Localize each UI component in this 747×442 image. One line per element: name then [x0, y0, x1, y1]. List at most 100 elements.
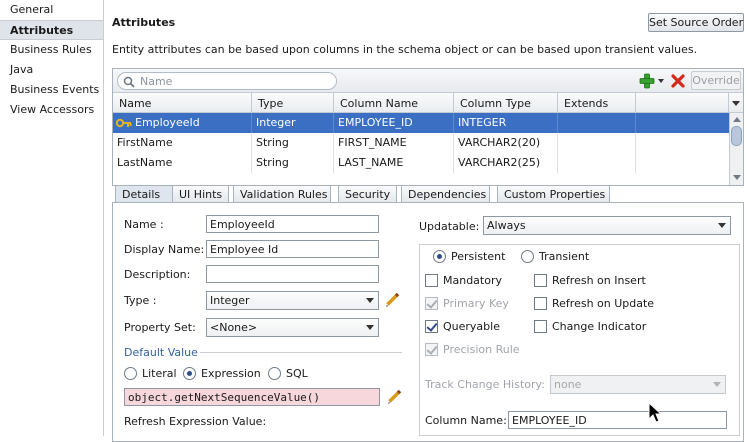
tab-custom-properties[interactable]: Custom Properties [497, 185, 610, 203]
persistent-radio[interactable] [433, 250, 446, 263]
cell-name: LastName [113, 153, 252, 173]
nav-item-label: General [10, 3, 54, 16]
column-header-extends[interactable]: Extends [558, 93, 636, 113]
queryable-label: Queryable [443, 320, 500, 333]
persistent-radio-label: Persistent [451, 250, 506, 263]
type-select-value: Integer [210, 294, 250, 307]
name-field[interactable]: EmployeeId [206, 215, 379, 233]
description-label: Description: [124, 268, 191, 281]
category-nav: General Attributes Business Rules Java B… [0, 0, 104, 436]
refresh-on-update-label: Refresh on Update [552, 297, 655, 310]
refresh-on-update-checkbox[interactable] [534, 297, 547, 310]
tab-validation-rules[interactable]: Validation Rules [233, 185, 331, 203]
table-row[interactable]: LastName String LAST_NAME VARCHAR2(25) [113, 153, 729, 173]
search-input[interactable]: Name [140, 75, 172, 88]
expression-radio[interactable] [183, 367, 196, 380]
nav-item-general[interactable]: General [0, 0, 103, 20]
set-source-order-button[interactable]: Set Source Order [648, 13, 744, 32]
column-chooser[interactable] [729, 93, 743, 113]
sql-radio[interactable] [268, 367, 281, 380]
precision-rule-label: Precision Rule [443, 343, 520, 356]
queryable-checkbox[interactable] [425, 320, 438, 333]
primary-key-label: Primary Key [443, 297, 509, 310]
nav-item-java[interactable]: Java [0, 60, 103, 80]
cell-column-name: FIRST_NAME [334, 133, 454, 153]
table-scrollbar[interactable] [729, 113, 743, 185]
tab-details[interactable]: Details [115, 185, 173, 203]
column-header-type[interactable]: Type [252, 93, 334, 113]
edit-expression-pencil-icon[interactable] [386, 389, 402, 405]
column-name-label: Column Name: [425, 414, 507, 427]
cell-extends [558, 113, 636, 133]
property-set-select-value: <None> [210, 321, 258, 334]
property-set-label: Property Set: [124, 321, 196, 334]
nav-item-label: Business Rules [10, 43, 92, 56]
name-label: Name : [124, 218, 164, 231]
default-expression-field[interactable]: object.getNextSequenceValue() [124, 388, 380, 406]
primary-key-checkbox[interactable] [425, 297, 438, 310]
column-header-filler [636, 93, 729, 113]
override-button[interactable]: Override [691, 71, 741, 90]
delete-icon[interactable] [670, 73, 686, 89]
track-change-history-select[interactable]: none [550, 375, 726, 394]
transient-radio[interactable] [521, 250, 534, 263]
chevron-down-icon [366, 325, 374, 330]
edit-type-pencil-icon[interactable] [384, 292, 400, 308]
tab-security[interactable]: Security [338, 185, 397, 203]
literal-radio[interactable] [124, 367, 137, 380]
persistence-group [419, 244, 740, 436]
nav-item-attributes[interactable]: Attributes [0, 20, 103, 40]
nav-item-business-events[interactable]: Business Events [0, 80, 103, 100]
column-header-column-name[interactable]: Column Name [334, 93, 454, 113]
column-name-field[interactable]: EMPLOYEE_ID [508, 411, 727, 429]
cell-extends [558, 153, 636, 173]
search-icon [123, 76, 135, 88]
track-change-history-label: Track Change History: [425, 378, 545, 391]
nav-item-label: Business Events [10, 83, 100, 96]
add-icon[interactable] [639, 73, 655, 89]
section-divider [200, 352, 402, 353]
refresh-on-insert-checkbox[interactable] [534, 274, 547, 287]
mandatory-checkbox[interactable] [425, 274, 438, 287]
literal-radio-label: Literal [142, 367, 177, 380]
description-field[interactable] [206, 265, 379, 283]
scroll-thumb[interactable] [731, 126, 742, 146]
nav-item-label: Attributes [10, 24, 74, 37]
nav-item-view-accessors[interactable]: View Accessors [0, 100, 103, 120]
type-label: Type : [124, 294, 157, 307]
type-select[interactable]: Integer [206, 291, 379, 310]
change-indicator-checkbox[interactable] [534, 320, 547, 333]
table-row[interactable]: EmployeeId Integer EMPLOYEE_ID INTEGER [113, 113, 729, 133]
updatable-select[interactable]: Always [483, 216, 731, 235]
cell-type: String [252, 153, 334, 173]
display-name-field[interactable]: Employee Id [206, 240, 379, 258]
tab-dependencies[interactable]: Dependencies [401, 185, 490, 203]
precision-rule-checkbox[interactable] [425, 343, 438, 356]
transient-radio-label: Transient [539, 250, 590, 263]
change-indicator-label: Change Indicator [552, 320, 647, 333]
updatable-select-value: Always [487, 219, 526, 232]
cell-name: FirstName [113, 133, 252, 153]
display-name-label: Display Name: [124, 243, 205, 256]
nav-item-label: View Accessors [10, 103, 95, 116]
add-dropdown-icon[interactable] [658, 79, 664, 83]
table-row[interactable]: FirstName String FIRST_NAME VARCHAR2(20) [113, 133, 729, 153]
cell-column-type: VARCHAR2(25) [454, 153, 558, 173]
tab-ui-hints[interactable]: UI Hints [172, 185, 229, 203]
property-set-select[interactable]: <None> [206, 318, 379, 337]
scroll-down-icon[interactable] [733, 175, 741, 180]
nav-item-business-rules[interactable]: Business Rules [0, 40, 103, 60]
scroll-up-icon[interactable] [733, 117, 741, 122]
refresh-on-insert-label: Refresh on Insert [552, 274, 646, 287]
column-header-column-type[interactable]: Column Type [454, 93, 558, 113]
key-icon [116, 118, 132, 128]
search-field[interactable]: Name [117, 72, 337, 90]
table-toolbar: Name Override [113, 69, 743, 93]
column-header-name[interactable]: Name [113, 93, 252, 113]
refresh-expression-label: Refresh Expression Value: [124, 415, 267, 428]
cell-extends [558, 133, 636, 153]
track-change-history-value: none [554, 378, 582, 391]
cell-column-name: EMPLOYEE_ID [334, 113, 454, 133]
chevron-down-icon [366, 298, 374, 303]
mandatory-label: Mandatory [443, 274, 503, 287]
